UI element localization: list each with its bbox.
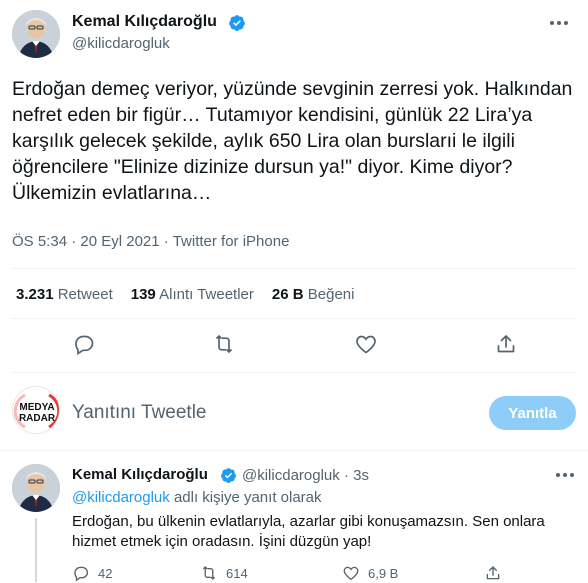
reply-text: Erdoğan, bu ülkenin evlatlarıyla, azarla…: [72, 513, 545, 550]
replying-to: @kilicdarogluk adlı kişiye yanıt olarak: [72, 489, 322, 506]
profile-photo-icon: [12, 464, 60, 512]
reply-action-like[interactable]: 6,9 B: [342, 564, 398, 582]
tweet-date[interactable]: 20 Eyl 2021: [80, 233, 159, 250]
reply-action-retweet[interactable]: 614: [200, 564, 248, 582]
logo-line-2: RADAR: [19, 413, 56, 424]
reply-action-share[interactable]: [484, 564, 502, 582]
tweet-actions: [12, 330, 576, 362]
like-icon: [343, 566, 359, 581]
quotes-stat[interactable]: 139 Alıntı Tweetler: [131, 286, 254, 303]
reply-icon[interactable]: [72, 332, 96, 356]
reply-count: 42: [98, 565, 113, 581]
thread-line: [35, 518, 37, 582]
likes-label: Beğeni: [307, 286, 355, 303]
retweet-icon: [202, 566, 216, 580]
share-icon[interactable]: [494, 332, 518, 356]
tweet-header: Kemal Kılıçdaroğlu @kilicdarogluk: [12, 10, 576, 62]
share-icon: [486, 566, 500, 580]
verified-badge-icon: [221, 468, 236, 483]
meta-separator: ·: [343, 467, 349, 484]
more-options-icon[interactable]: [548, 16, 570, 30]
medya-radar-logo-icon: MEDYA RADAR: [13, 387, 59, 433]
tweet-time[interactable]: ÖS 5:34: [12, 233, 67, 250]
reply-icon: [74, 566, 89, 582]
reply-actions: 42 614 6,9 B: [72, 564, 576, 583]
replying-to-suffix: adlı kişiye yanıt olarak: [173, 489, 322, 506]
reply-action-reply[interactable]: 42: [72, 564, 112, 582]
tweet-source[interactable]: Twitter for iPhone: [173, 233, 290, 250]
meta-separator: ·: [71, 233, 77, 250]
retweet-count: 614: [226, 565, 248, 581]
reply-input[interactable]: Yanıtını Tweetle: [72, 402, 207, 424]
reply-time: 3s: [353, 467, 369, 484]
divider: [0, 450, 588, 451]
author-name[interactable]: Kemal Kılıçdaroğlu: [72, 13, 217, 31]
reply-button[interactable]: Yanıtla: [489, 396, 576, 430]
reply-tweet[interactable]: Kemal Kılıçdaroğlu @kilicdarogluk · 3s @…: [12, 462, 576, 583]
divider: [12, 268, 576, 269]
reply-avatar[interactable]: [12, 464, 60, 512]
reply-handle-time[interactable]: @kilicdarogluk · 3s: [242, 467, 369, 484]
like-icon[interactable]: [354, 332, 378, 356]
meta-separator: ·: [163, 233, 169, 250]
retweets-stat[interactable]: 3.231 Retweet: [16, 286, 113, 303]
verified-badge-icon: [229, 15, 245, 31]
profile-photo-icon: [12, 10, 60, 58]
quotes-count: 139: [130, 286, 156, 303]
tweet-meta: ÖS 5:34 · 20 Eyl 2021 · Twitter for iPho…: [12, 233, 289, 250]
divider: [12, 318, 576, 319]
quotes-label: Alıntı Tweetler: [159, 286, 254, 303]
retweet-icon[interactable]: [212, 332, 236, 356]
more-options-icon[interactable]: [554, 468, 576, 482]
divider: [12, 372, 576, 373]
reply-author-name[interactable]: Kemal Kılıçdaroğlu: [72, 466, 208, 483]
retweets-label: Retweet: [57, 286, 113, 303]
avatar[interactable]: [12, 10, 60, 58]
author-handle[interactable]: @kilicdarogluk: [72, 35, 170, 52]
likes-count: 26 B: [271, 286, 304, 303]
logo-line-1: MEDYA: [19, 402, 54, 413]
replying-to-mention[interactable]: @kilicdarogluk: [72, 489, 170, 506]
retweets-count: 3.231: [16, 286, 54, 303]
likes-stat[interactable]: 26 B Beğeni: [272, 286, 355, 303]
composer-avatar[interactable]: MEDYA RADAR: [12, 386, 60, 434]
tweet-text: Erdoğan demeç veriyor, yüzünde sevginin …: [12, 78, 573, 204]
tweet-stats: 3.231 Retweet 139 Alıntı Tweetler 26 B B…: [16, 286, 354, 303]
reply-handle: @kilicdarogluk: [242, 467, 340, 484]
like-count: 6,9 B: [368, 565, 399, 581]
